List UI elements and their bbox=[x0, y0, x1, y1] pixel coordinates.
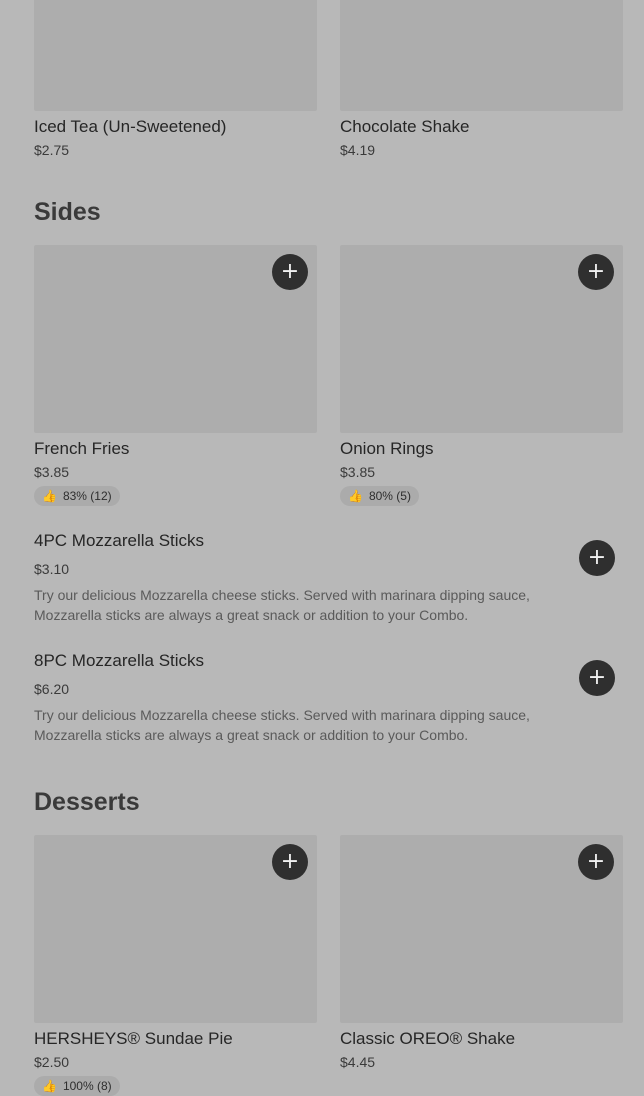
plus-icon: + bbox=[587, 545, 607, 570]
add-button[interactable]: + bbox=[272, 254, 308, 290]
desserts-grid: + HERSHEYS® Sundae Pie $2.50 👍 100% (8) … bbox=[34, 835, 624, 1096]
item-name: Onion Rings bbox=[340, 439, 434, 458]
list-item-8pc-mozzarella[interactable]: 8PC Mozzarella Sticks $6.20 Try our deli… bbox=[34, 651, 615, 745]
item-description: Try our delicious Mozzarella cheese stic… bbox=[34, 707, 530, 743]
menu-page: Iced Tea (Un-Sweetened) $2.75 Chocolate … bbox=[0, 0, 644, 1096]
item-price: $4.45 bbox=[340, 1054, 376, 1070]
item-price: $6.20 bbox=[34, 681, 70, 697]
item-price: $3.85 bbox=[34, 464, 70, 480]
add-button[interactable]: + bbox=[579, 660, 615, 696]
item-price: $3.10 bbox=[34, 561, 70, 577]
item-name: Iced Tea (Un-Sweetened) bbox=[34, 117, 227, 136]
rating-text: 83% (12) bbox=[62, 489, 112, 503]
plus-icon: + bbox=[280, 849, 300, 874]
item-image: + bbox=[34, 835, 317, 1023]
list-item-4pc-mozzarella[interactable]: 4PC Mozzarella Sticks $3.10 Try our deli… bbox=[34, 531, 615, 625]
menu-card-chocolate-shake[interactable]: Chocolate Shake $4.19 bbox=[340, 0, 623, 158]
item-name: HERSHEYS® Sundae Pie bbox=[34, 1029, 233, 1048]
thumbs-up-icon: 👍 bbox=[348, 489, 363, 503]
menu-card-french-fries[interactable]: + French Fries $3.85 👍 83% (12) bbox=[34, 245, 317, 506]
item-name: French Fries bbox=[34, 439, 130, 458]
add-button[interactable]: + bbox=[579, 540, 615, 576]
add-button[interactable]: + bbox=[272, 844, 308, 880]
rating-badge: 👍 100% (8) bbox=[34, 1076, 120, 1096]
item-image: + bbox=[34, 245, 317, 433]
item-name: 8PC Mozzarella Sticks bbox=[34, 651, 205, 670]
section-title-desserts: Desserts bbox=[34, 788, 140, 816]
item-image bbox=[34, 0, 317, 111]
item-price: $4.19 bbox=[340, 142, 376, 158]
add-button[interactable]: + bbox=[578, 844, 614, 880]
rating-badge: 👍 83% (12) bbox=[34, 486, 120, 506]
plus-icon: + bbox=[587, 665, 607, 690]
sides-grid: + French Fries $3.85 👍 83% (12) + Onion … bbox=[34, 245, 624, 506]
item-description: Try our delicious Mozzarella cheese stic… bbox=[34, 587, 530, 623]
item-image bbox=[340, 0, 623, 111]
plus-icon: + bbox=[280, 259, 300, 284]
item-price: $3.85 bbox=[340, 464, 376, 480]
thumbs-up-icon: 👍 bbox=[42, 1079, 57, 1093]
menu-card-onion-rings[interactable]: + Onion Rings $3.85 👍 80% (5) bbox=[340, 245, 623, 506]
plus-icon: + bbox=[586, 259, 606, 284]
thumbs-up-icon: 👍 bbox=[42, 489, 57, 503]
item-name: Chocolate Shake bbox=[340, 117, 470, 136]
item-name: 4PC Mozzarella Sticks bbox=[34, 531, 205, 550]
rating-text: 100% (8) bbox=[62, 1079, 112, 1093]
rating-badge: 👍 80% (5) bbox=[340, 486, 419, 506]
rating-text: 80% (5) bbox=[368, 489, 411, 503]
drinks-grid: Iced Tea (Un-Sweetened) $2.75 Chocolate … bbox=[34, 0, 624, 158]
menu-card-oreo-shake[interactable]: + Classic OREO® Shake $4.45 bbox=[340, 835, 623, 1096]
plus-icon: + bbox=[586, 849, 606, 874]
item-price: $2.75 bbox=[34, 142, 70, 158]
menu-card-iced-tea[interactable]: Iced Tea (Un-Sweetened) $2.75 bbox=[34, 0, 317, 158]
section-title-sides: Sides bbox=[34, 198, 101, 226]
item-image: + bbox=[340, 245, 623, 433]
add-button[interactable]: + bbox=[578, 254, 614, 290]
item-name: Classic OREO® Shake bbox=[340, 1029, 516, 1048]
item-price: $2.50 bbox=[34, 1054, 70, 1070]
menu-card-sundae-pie[interactable]: + HERSHEYS® Sundae Pie $2.50 👍 100% (8) bbox=[34, 835, 317, 1096]
item-image: + bbox=[340, 835, 623, 1023]
